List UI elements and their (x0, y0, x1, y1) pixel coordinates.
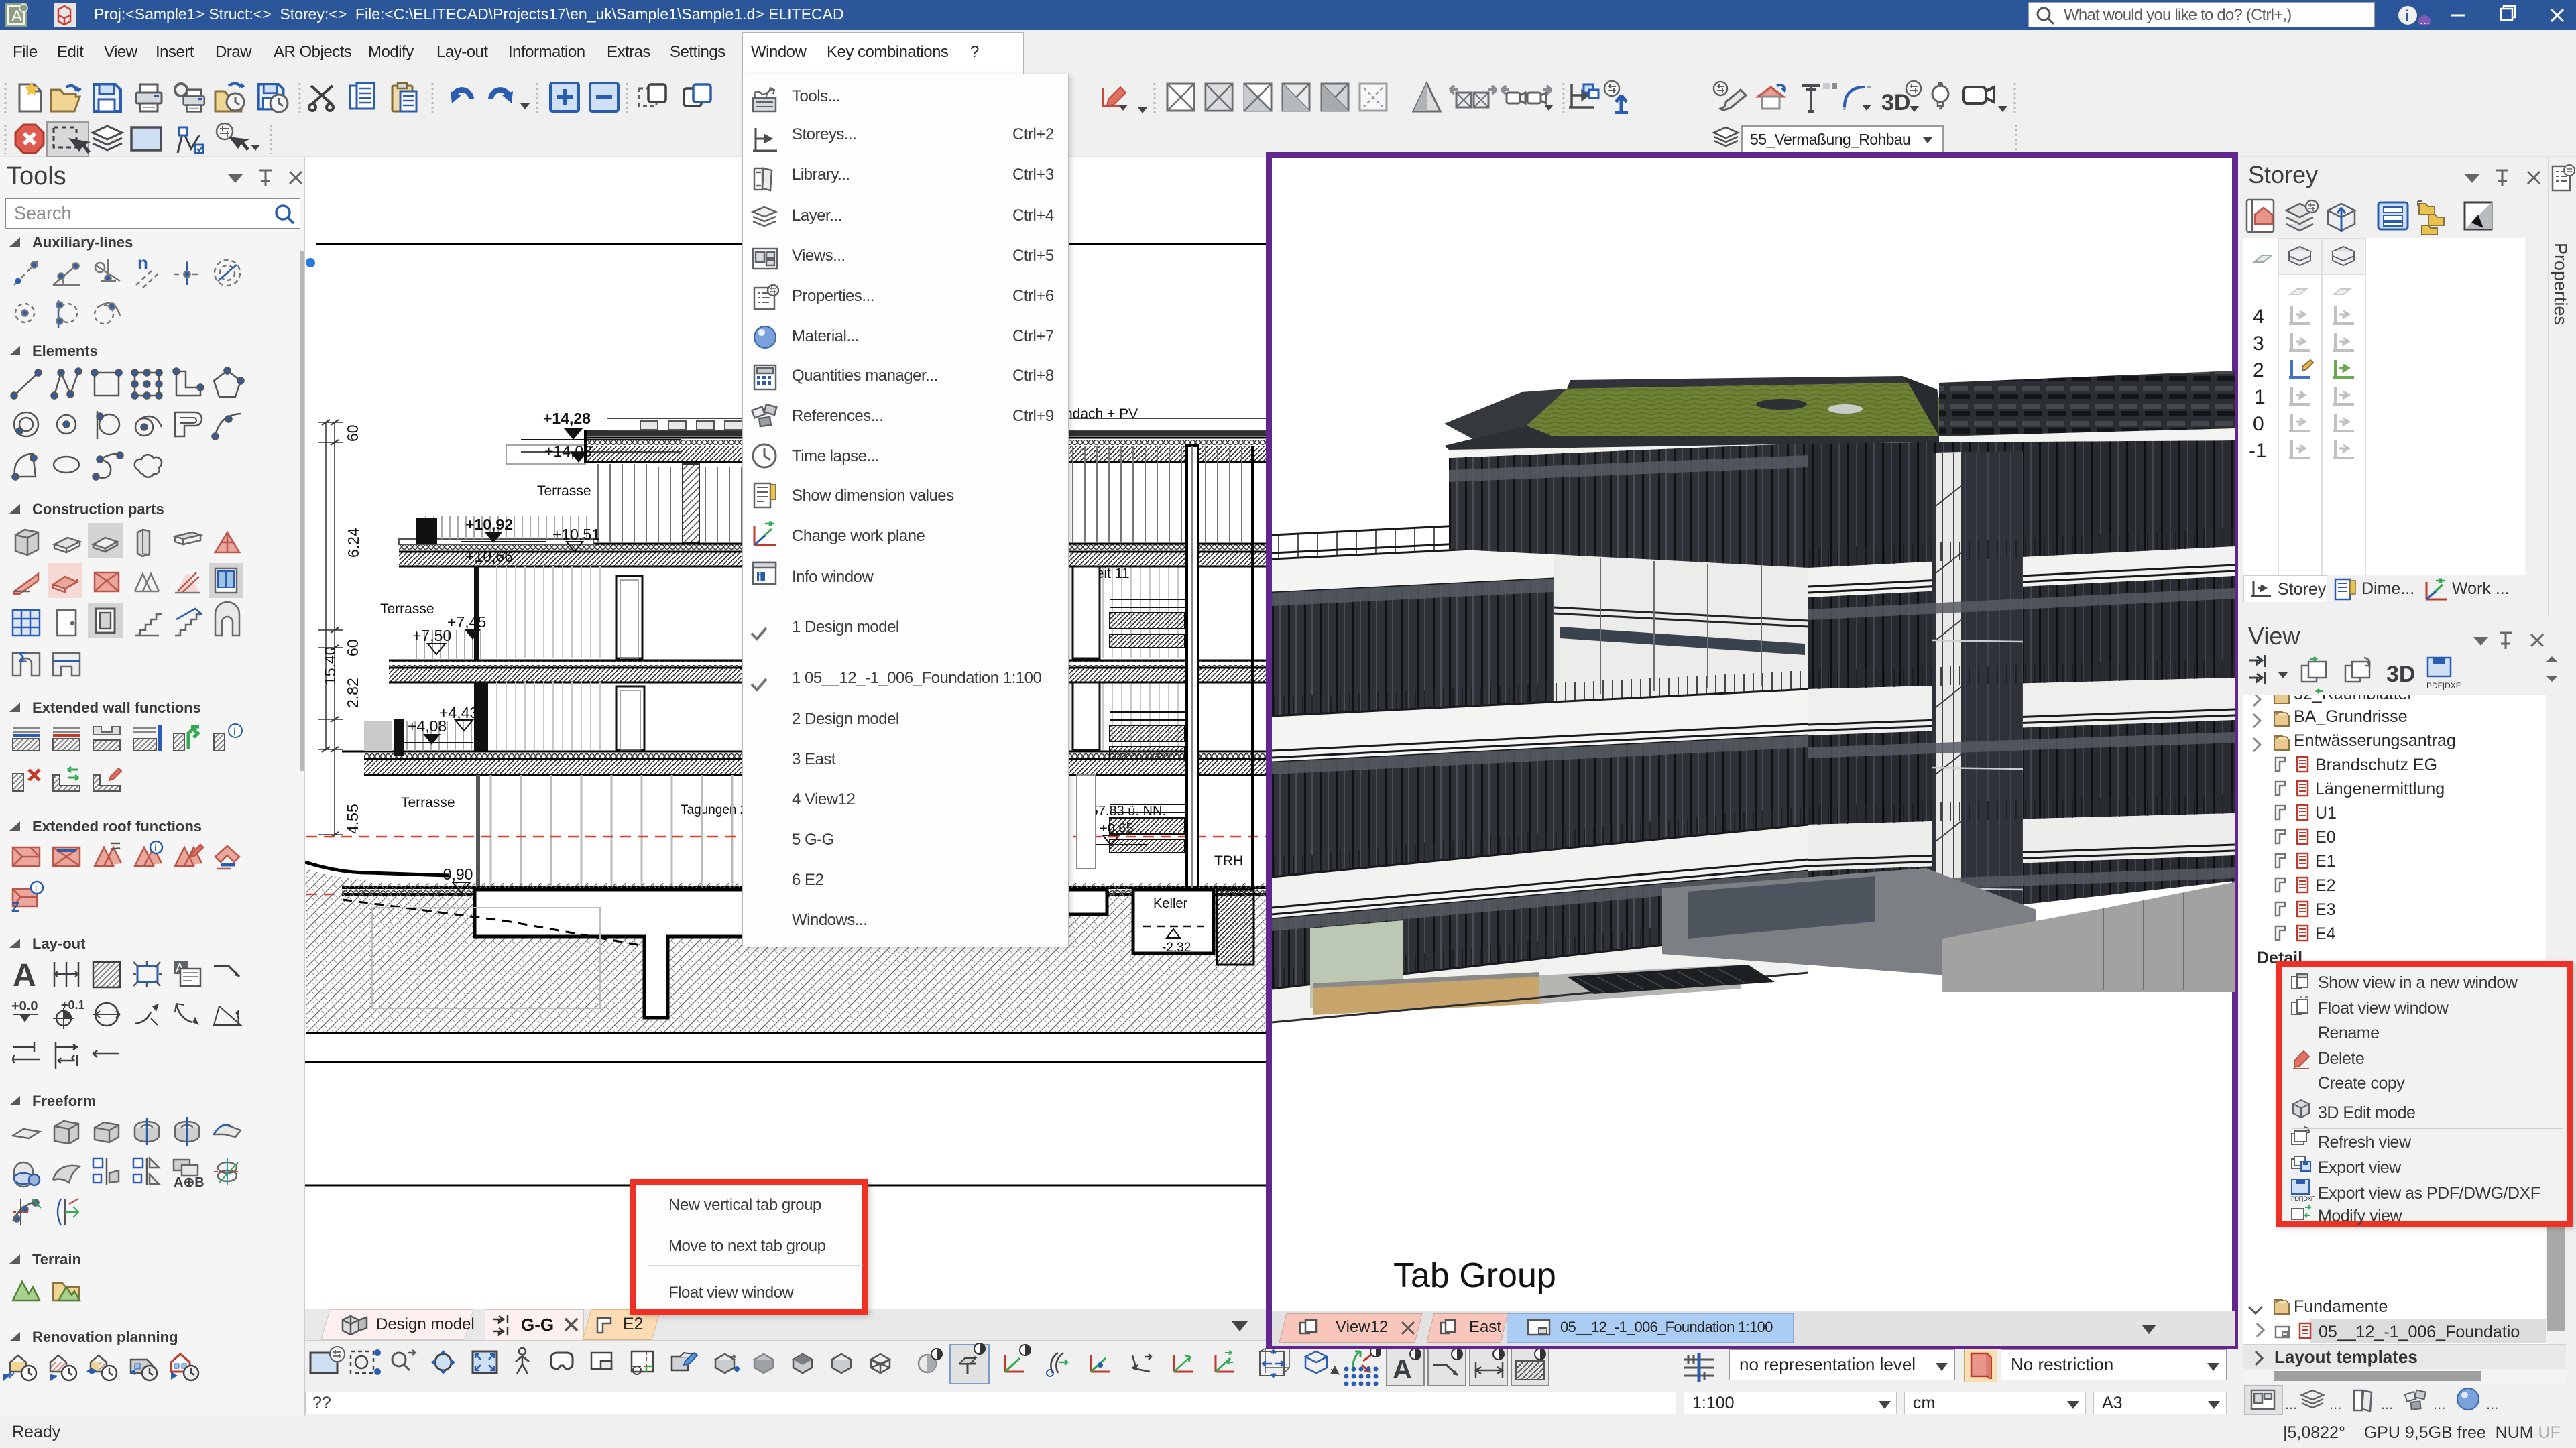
svg-text:ndach + PV: ndach + PV (1065, 406, 1138, 422)
svg-text:i: i (154, 843, 156, 854)
svg-text:3D: 3D (1881, 90, 1910, 115)
svg-text:4: 4 (2253, 306, 2264, 328)
svg-text:A: A (13, 958, 36, 993)
svg-text:05__12_-1_006_Foundatio: 05__12_-1_006_Foundatio (2319, 1323, 2520, 1341)
svg-text:60: 60 (344, 424, 361, 442)
svg-text:TRH: TRH (1214, 853, 1243, 869)
svg-text:2: 2 (2253, 359, 2264, 381)
svg-text:60: 60 (344, 639, 361, 656)
svg-text:+10,92: +10,92 (465, 516, 513, 533)
svg-text:Terrasse: Terrasse (401, 795, 455, 810)
svg-text:Fundamente: Fundamente (2294, 1297, 2388, 1316)
svg-text:n: n (137, 253, 148, 273)
svg-text:U1: U1 (2315, 804, 2337, 823)
svg-text:Extended roof functions: Extended roof functions (32, 818, 202, 835)
svg-text:4.55: 4.55 (344, 804, 361, 834)
svg-text:Entwässerungsantrag: Entwässerungsantrag (2294, 731, 2456, 750)
svg-text:Terrasse: Terrasse (380, 601, 434, 617)
svg-text:Lay-out: Lay-out (32, 935, 86, 952)
svg-text:2.82: 2.82 (344, 678, 361, 708)
svg-text:...: ... (2381, 1396, 2393, 1412)
svg-text:Brandschutz EG: Brandschutz EG (2315, 756, 2437, 774)
svg-text:...: ... (2420, 13, 2430, 25)
svg-text:i: i (233, 727, 236, 738)
svg-text:+0.0: +0.0 (11, 999, 38, 1014)
svg-text:Keller: Keller (1153, 896, 1187, 911)
svg-text:Auxiliary-lines: Auxiliary-lines (32, 237, 133, 251)
svg-text:E1: E1 (2315, 852, 2336, 871)
svg-text:i: i (35, 883, 37, 894)
svg-text:32_Raumblätter: 32_Raumblätter (2294, 695, 2413, 703)
svg-text:1: 1 (2254, 386, 2266, 408)
svg-text:Freeform: Freeform (32, 1093, 96, 1109)
svg-text:i: i (2405, 7, 2410, 25)
svg-text:+4,08: +4,08 (408, 717, 447, 735)
svg-text:Construction parts: Construction parts (32, 501, 164, 518)
svg-text:+7,45: +7,45 (447, 613, 486, 631)
svg-text:...: ... (2285, 1396, 2297, 1412)
svg-text:E2: E2 (2315, 876, 2336, 895)
svg-text:E0: E0 (2315, 828, 2336, 847)
svg-text:-2,32: -2,32 (1162, 941, 1191, 955)
svg-text:Terrasse: Terrasse (537, 483, 591, 499)
svg-text:E3: E3 (2315, 900, 2336, 919)
svg-text:...: ... (2486, 1396, 2498, 1412)
svg-text:+10,51: +10,51 (552, 526, 600, 543)
svg-text:-1: -1 (2249, 440, 2267, 462)
svg-text:3: 3 (2253, 333, 2264, 355)
svg-text:...: ... (2433, 1396, 2445, 1412)
svg-text:Terrain: Terrain (32, 1251, 81, 1268)
svg-text:PDF|DXF: PDF|DXF (2426, 681, 2461, 690)
svg-text:Renovation planning: Renovation planning (32, 1329, 178, 1345)
svg-text:+7,50: +7,50 (412, 627, 451, 644)
svg-text:6.24: 6.24 (345, 528, 362, 558)
svg-text:Z: Z (11, 900, 19, 915)
svg-text:Tagungen 2: Tagungen 2 (681, 803, 747, 817)
svg-text:Extended wall functions: Extended wall functions (32, 699, 201, 716)
svg-text:BA_Grundrisse: BA_Grundrisse (2294, 707, 2408, 726)
svg-text:55_Vermaßung_Rohbau: 55_Vermaßung_Rohbau (1750, 131, 1910, 148)
svg-text:3D: 3D (2386, 662, 2415, 687)
svg-text:0: 0 (2253, 413, 2264, 435)
svg-text:A⊕B: A⊕B (174, 1175, 204, 1190)
svg-text:Längenermittlung: Längenermittlung (2315, 780, 2445, 798)
svg-text:A: A (1393, 1355, 1412, 1384)
svg-text:Elements: Elements (32, 343, 98, 359)
svg-text:E4: E4 (2315, 924, 2336, 943)
svg-text:+0.1: +0.1 (61, 998, 85, 1012)
svg-text:Σ: Σ (18, 649, 27, 666)
svg-text:+10,66: +10,66 (465, 548, 513, 565)
svg-text:+14,28: +14,28 (543, 410, 591, 427)
svg-text:15.40: 15.40 (321, 646, 339, 685)
svg-text:...: ... (2329, 1396, 2341, 1412)
svg-text:i: i (758, 572, 761, 583)
